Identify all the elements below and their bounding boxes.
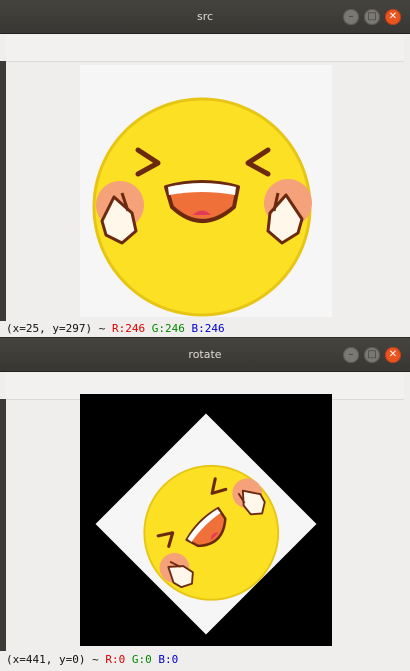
- minimize-icon: –: [348, 349, 354, 360]
- src-window: src – □ ✕ (x=25, y=297) ~ R:246 G:246 B:…: [0, 0, 410, 338]
- green-value: G:246: [151, 322, 185, 335]
- emoji-image: [92, 97, 312, 317]
- rotate-window: rotate – □ ✕ (x=441, y=0) ~ R:0 G:0 B:0: [0, 338, 410, 671]
- left-edge: [0, 61, 6, 321]
- titlebar[interactable]: src – □ ✕: [0, 0, 410, 34]
- image-canvas[interactable]: [80, 65, 332, 317]
- minimize-button[interactable]: –: [343, 9, 359, 25]
- close-button[interactable]: ✕: [385, 9, 401, 25]
- maximize-icon: □: [367, 349, 377, 360]
- close-icon: ✕: [388, 349, 398, 360]
- toolbar: [6, 35, 404, 62]
- rotated-emoji-image: [95, 413, 317, 635]
- blue-value: B:246: [191, 322, 225, 335]
- minimize-icon: –: [348, 11, 354, 22]
- close-button[interactable]: ✕: [385, 347, 401, 363]
- red-value: R:246: [111, 322, 146, 335]
- maximize-button[interactable]: □: [364, 9, 380, 25]
- status-bar: (x=441, y=0) ~ R:0 G:0 B:0: [6, 653, 178, 666]
- minimize-button[interactable]: –: [343, 347, 359, 363]
- close-icon: ✕: [388, 11, 398, 22]
- titlebar[interactable]: rotate – □ ✕: [0, 338, 410, 372]
- green-value: G:0: [131, 653, 152, 666]
- maximize-icon: □: [367, 11, 377, 22]
- image-canvas[interactable]: [80, 394, 332, 646]
- cursor-coords: (x=441, y=0) ~: [6, 653, 106, 666]
- blue-value: B:0: [158, 653, 179, 666]
- red-value: R:0: [105, 653, 126, 666]
- left-edge: [0, 399, 6, 651]
- cursor-coords: (x=25, y=297) ~: [6, 322, 112, 335]
- status-bar: (x=25, y=297) ~ R:246 G:246 B:246: [6, 322, 225, 335]
- maximize-button[interactable]: □: [364, 347, 380, 363]
